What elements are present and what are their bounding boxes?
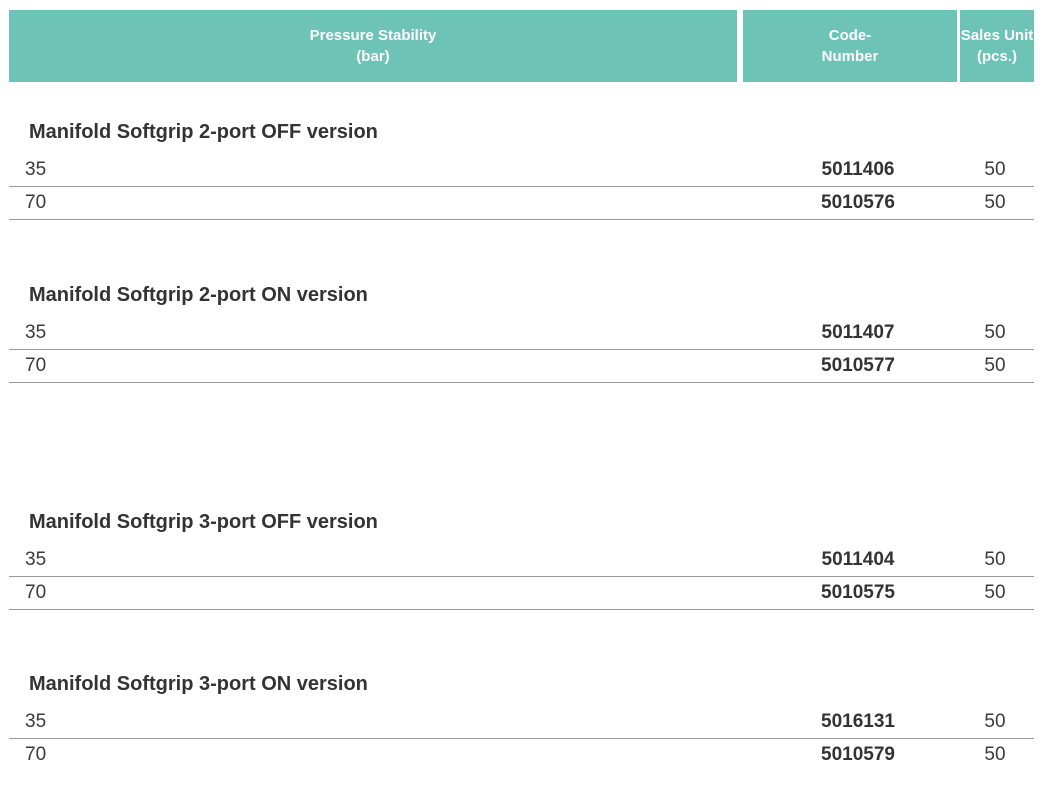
table-row: 70 5010579 50 (9, 739, 1034, 771)
pressure-cell: 35 (25, 322, 47, 343)
code-cell: 5011406 (821, 159, 895, 180)
pressure-cell: 70 (25, 192, 47, 213)
section-2-port-off: Manifold Softgrip 2-port OFF version 35 … (9, 110, 1034, 220)
table-row: 70 5010576 50 (9, 187, 1034, 220)
code-cell: 5011407 (821, 322, 895, 343)
sales-unit-cell: 50 (984, 744, 1006, 765)
pressure-cell: 35 (25, 711, 47, 732)
code-cell: 5010576 (821, 192, 895, 213)
table-row: 35 5011404 50 (9, 544, 1034, 577)
sales-unit-cell: 50 (984, 355, 1006, 376)
table-row: 35 5011407 50 (9, 317, 1034, 350)
table-row: 70 5010577 50 (9, 350, 1034, 383)
sales-unit-cell: 50 (984, 549, 1006, 570)
section-title: Manifold Softgrip 3-port ON version (29, 673, 368, 695)
sales-unit-cell: 50 (984, 711, 1006, 732)
pressure-cell: 70 (25, 355, 47, 376)
product-table: Pressure Stability (bar) Code- Number Sa… (0, 0, 1050, 787)
sales-unit-cell: 50 (984, 582, 1006, 603)
table-row: 35 5016131 50 (9, 706, 1034, 739)
code-cell: 5010575 (821, 582, 895, 603)
section-title: Manifold Softgrip 3-port OFF version (29, 511, 378, 533)
pressure-cell: 35 (25, 159, 47, 180)
section-title: Manifold Softgrip 2-port OFF version (29, 121, 378, 143)
section-3-port-on: Manifold Softgrip 3-port ON version 35 5… (9, 662, 1034, 771)
pressure-cell: 35 (25, 549, 47, 570)
sales-unit-cell: 50 (984, 159, 1006, 180)
code-cell: 5010577 (821, 355, 895, 376)
section-title: Manifold Softgrip 2-port ON version (29, 284, 368, 306)
header-pressure-stability: Pressure Stability (bar) (9, 10, 737, 82)
pressure-cell: 70 (25, 582, 47, 603)
sales-unit-cell: 50 (984, 322, 1006, 343)
table-row: 70 5010575 50 (9, 577, 1034, 610)
code-cell: 5011404 (821, 549, 895, 570)
sales-unit-cell: 50 (984, 192, 1006, 213)
section-3-port-off: Manifold Softgrip 3-port OFF version 35 … (9, 500, 1034, 610)
table-header: Pressure Stability (bar) Code- Number Sa… (9, 10, 1034, 82)
header-code-number: Code- Number (743, 10, 957, 82)
pressure-cell: 70 (25, 744, 47, 765)
table-row: 35 5011406 50 (9, 154, 1034, 187)
section-2-port-on: Manifold Softgrip 2-port ON version 35 5… (9, 273, 1034, 383)
code-cell: 5010579 (821, 744, 895, 765)
code-cell: 5016131 (821, 711, 895, 732)
header-sales-unit: Sales Unit (pcs.) (960, 10, 1034, 82)
